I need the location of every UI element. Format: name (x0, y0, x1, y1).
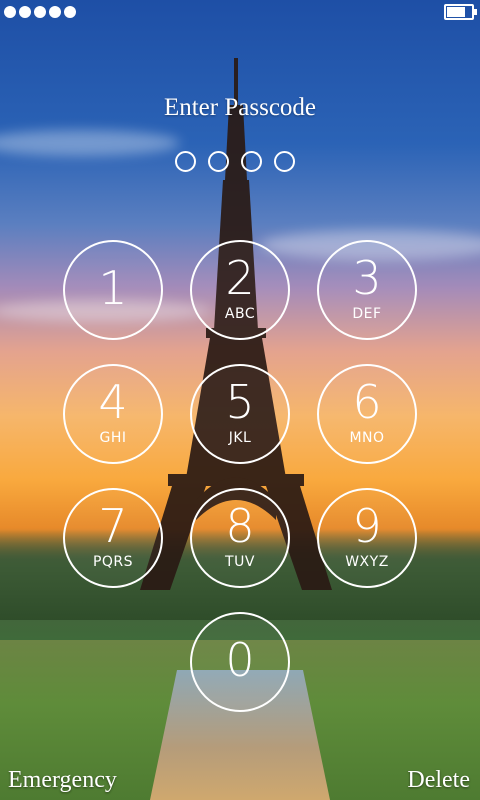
key-digit: 7 (98, 499, 128, 553)
key-9-button[interactable]: 9 WXYZ (317, 488, 417, 588)
key-4-button[interactable]: 4 GHI (63, 364, 163, 464)
key-6-button[interactable]: 6 MNO (317, 364, 417, 464)
key-digit: 3 (352, 251, 382, 305)
battery-icon (444, 4, 477, 20)
key-letters: GHI (99, 430, 127, 446)
key-digit: 0 (225, 633, 255, 687)
key-digit: 6 (352, 375, 382, 429)
passcode-dot (241, 151, 262, 172)
signal-strength-icon (4, 6, 76, 18)
emergency-button[interactable]: Emergency (8, 767, 117, 794)
key-0-button[interactable]: 0 (190, 612, 290, 712)
signal-dot (34, 6, 46, 18)
key-7-button[interactable]: 7 PQRS (63, 488, 163, 588)
passcode-dot (175, 151, 196, 172)
key-letters: TUV (225, 554, 255, 570)
key-2-button[interactable]: 2 ABC (190, 240, 290, 340)
passcode-dot (274, 151, 295, 172)
key-digit: 4 (98, 375, 128, 429)
key-digit: 8 (225, 499, 255, 553)
key-letters: ABC (224, 306, 256, 322)
passcode-dot (208, 151, 229, 172)
key-8-button[interactable]: 8 TUV (190, 488, 290, 588)
key-digit: 9 (352, 499, 382, 553)
key-letters: PQRS (92, 554, 134, 570)
signal-dot (19, 6, 31, 18)
key-letters: WXYZ (345, 554, 389, 570)
key-digit: 2 (225, 251, 255, 305)
key-letters: DEF (352, 306, 382, 322)
status-bar (0, 0, 480, 24)
key-3-button[interactable]: 3 DEF (317, 240, 417, 340)
signal-dot (49, 6, 61, 18)
page-title: Enter Passcode (163, 94, 317, 121)
passcode-indicator (175, 151, 295, 172)
signal-dot (4, 6, 16, 18)
signal-dot (64, 6, 76, 18)
key-1-button[interactable]: 1 (63, 240, 163, 340)
key-letters: MNO (349, 430, 385, 446)
key-digit: 1 (98, 261, 128, 315)
battery-level (447, 7, 465, 17)
delete-button[interactable]: Delete (407, 767, 470, 794)
key-5-button[interactable]: 5 JKL (190, 364, 290, 464)
key-digit: 5 (225, 375, 255, 429)
key-letters: JKL (228, 430, 252, 446)
